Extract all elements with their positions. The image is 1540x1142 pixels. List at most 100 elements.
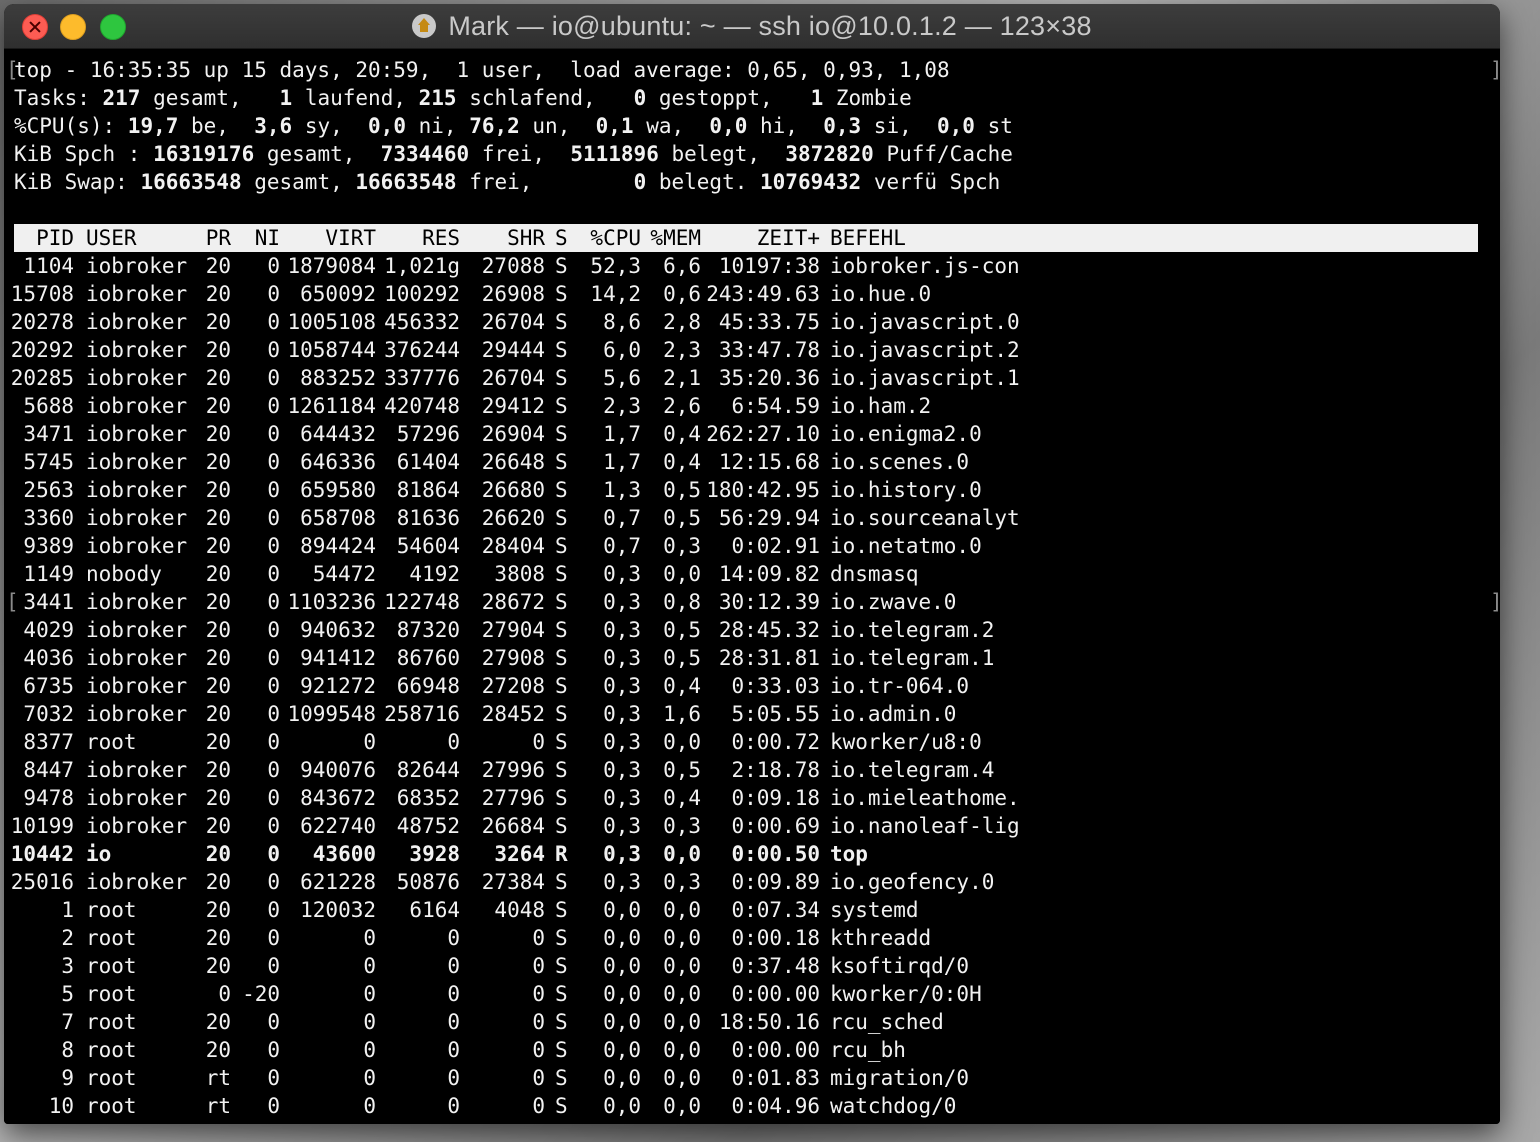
cell-s: S — [555, 982, 568, 1006]
summary-text: un, — [519, 114, 596, 138]
cell-virt: 921272 — [300, 674, 376, 698]
cell-cpu: 0,0 — [603, 1038, 641, 1062]
cell-mem: 0,8 — [663, 590, 701, 614]
cell-virt: 646336 — [300, 450, 376, 474]
cell-time: 45:33.75 — [718, 310, 820, 334]
cell-virt: 0 — [363, 926, 376, 950]
cell-virt: 659580 — [300, 478, 376, 502]
cell-user: root — [86, 982, 137, 1006]
cell-shr: 0 — [532, 1010, 545, 1034]
cell-cpu: 1,7 — [603, 422, 641, 446]
table-row: 20292 iobroker 20 0 1058744 376244 29444 S 6,0 2,… — [11, 336, 1478, 364]
summary-line: Tasks: 217 gesamt, 1 laufend, 215 schlaf… — [14, 84, 912, 112]
cell-ni: -20 — [242, 982, 280, 1006]
cell-ni: 0 — [267, 758, 280, 782]
cell-cpu: 0,0 — [603, 926, 641, 950]
cell-ni: 0 — [267, 674, 280, 698]
cell-res: 0 — [447, 1094, 460, 1118]
cell-pid: 4029 — [23, 618, 74, 642]
summary-value: 10769432 — [760, 170, 862, 194]
cell-mem: 6,6 — [663, 254, 701, 278]
cell-cpu: 0,3 — [603, 646, 641, 670]
cell-s: S — [555, 422, 568, 446]
table-row: 9478 iobroker 20 0 843672 68352 27796 S 0,3 0,4 0:… — [14, 784, 1478, 812]
cell-user: iobroker — [86, 254, 188, 278]
cell-res: 82644 — [396, 758, 460, 782]
cell-res: 3928 — [409, 842, 460, 866]
cell-cmd: io.admin.0 — [830, 702, 957, 726]
cell-mem: 0,4 — [663, 422, 701, 446]
cell-time: 0:07.34 — [731, 898, 820, 922]
title-bar[interactable]: Mark — io@ubuntu: ~ — ssh io@10.0.1.2 — … — [4, 4, 1500, 49]
cell-mem: 0,0 — [663, 954, 701, 978]
column-header: PID — [36, 226, 74, 250]
summary-text: Puff/Cache — [873, 142, 1013, 166]
summary-value: 16663548 — [355, 170, 457, 194]
cell-user: iobroker — [86, 870, 188, 894]
cell-s: S — [555, 618, 568, 642]
cell-time: 0:00.00 — [731, 1038, 820, 1062]
cell-mem: 0,3 — [663, 814, 701, 838]
selection-bracket-right-lower: ] — [1490, 588, 1500, 616]
cell-s: S — [555, 366, 568, 390]
table-row: 25016 iobroker 20 0 621228 50876 27384 S 0,3 0,3 0… — [11, 868, 1478, 896]
summary-line: top - 16:35:35 up 15 days, 20:59, 1 user… — [14, 56, 950, 84]
cell-pid: 9389 — [23, 534, 74, 558]
cell-ni: 0 — [267, 842, 280, 866]
summary-text: belegt, — [658, 142, 786, 166]
terminal-content[interactable]: [ ] [ ] top - 16:35:35 up 15 days, 20:59… — [4, 49, 1500, 1124]
cell-res: 81864 — [396, 478, 460, 502]
table-row: 4029 iobroker 20 0 940632 87320 27904 S 0,3 0,5 28… — [14, 616, 1478, 644]
home-icon — [412, 14, 437, 38]
cell-pid: 10442 — [10, 842, 74, 866]
cell-cpu: 1,3 — [603, 478, 641, 502]
cell-ni: 0 — [267, 1038, 280, 1062]
cell-user: iobroker — [86, 590, 188, 614]
cell-pid: 10 — [48, 1094, 74, 1118]
cell-cmd: dnsmasq — [830, 562, 919, 586]
cell-time: 0:02.91 — [731, 534, 820, 558]
summary-value: 0,3 — [823, 114, 862, 138]
cell-time: 0:33.03 — [731, 674, 820, 698]
cell-user: iobroker — [86, 394, 188, 418]
cell-cpu: 52,3 — [590, 254, 641, 278]
summary-text: hi, — [747, 114, 824, 138]
cell-res: 68352 — [396, 786, 460, 810]
cell-user: io — [86, 842, 112, 866]
cell-res: 6164 — [409, 898, 460, 922]
cell-cpu: 0,3 — [603, 758, 641, 782]
cell-cmd: top — [830, 842, 868, 866]
cell-s: S — [555, 1038, 568, 1062]
cell-shr: 29444 — [481, 338, 545, 362]
cell-cmd: kworker/0:0H — [830, 982, 982, 1006]
table-row: 5688 iobroker 20 0 1261184 420748 29412 S 2,3 2,6… — [14, 392, 1478, 420]
column-header: BEFEHL — [830, 226, 906, 250]
cell-pr: 20 — [205, 1038, 231, 1062]
cell-pr: 20 — [205, 506, 231, 530]
cell-time: 0:09.89 — [731, 870, 820, 894]
cell-ni: 0 — [267, 534, 280, 558]
summary-text: top - 16:35:35 up 15 days, 20:59, 1 user… — [14, 58, 950, 82]
cell-s: S — [555, 926, 568, 950]
cell-mem: 0,0 — [663, 562, 701, 586]
cell-res: 48752 — [396, 814, 460, 838]
summary-value: 1 — [810, 86, 824, 110]
cell-cmd: io.scenes.0 — [830, 450, 970, 474]
summary-text: Tasks: — [14, 86, 103, 110]
table-row: 9 root rt 0 0 0 0 S 0,0 0,0 0:01.83 migration/0 — [14, 1064, 1478, 1092]
cell-pid: 3360 — [23, 506, 74, 530]
cell-pr: 20 — [205, 814, 231, 838]
cell-mem: 0,0 — [663, 1038, 701, 1062]
cell-virt: 0 — [363, 1010, 376, 1034]
cell-pid: 3 — [61, 954, 74, 978]
cell-mem: 0,0 — [663, 730, 701, 754]
cell-cpu: 0,0 — [603, 954, 641, 978]
cell-cmd: migration/0 — [830, 1066, 970, 1090]
cell-ni: 0 — [267, 562, 280, 586]
cell-shr: 3264 — [494, 842, 545, 866]
cell-s: S — [555, 562, 568, 586]
cell-time: 30:12.39 — [718, 590, 820, 614]
cell-time: 28:31.81 — [718, 646, 820, 670]
cell-s: S — [555, 310, 568, 334]
cell-res: 61404 — [396, 450, 460, 474]
